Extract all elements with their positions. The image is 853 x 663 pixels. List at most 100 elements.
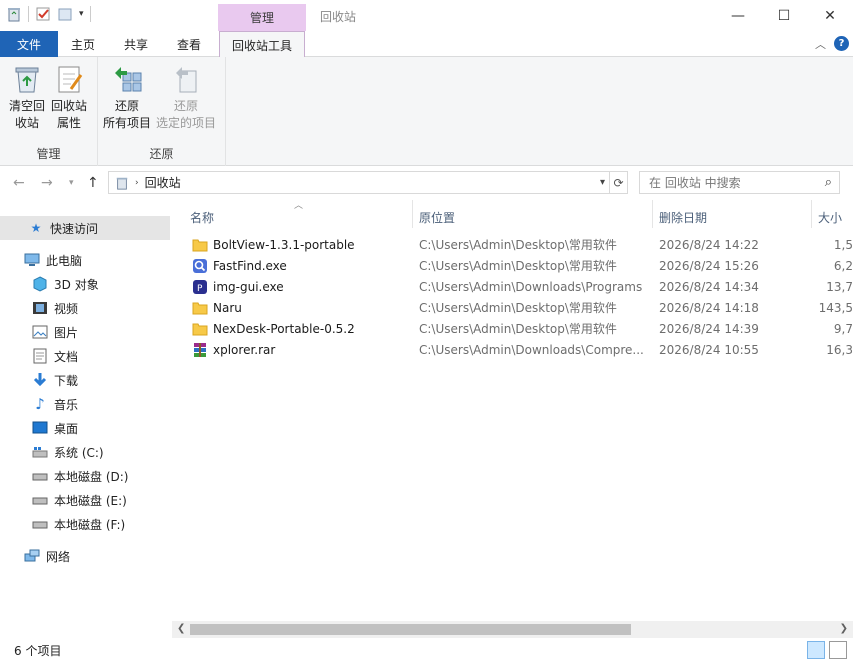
search-icon[interactable]: ⌕ [825, 175, 832, 190]
nav-item-music[interactable]: ♪ 音乐 [0, 392, 170, 416]
folder-icon [192, 302, 208, 314]
properties-check-icon[interactable] [35, 6, 51, 22]
date-deleted-cell: 2026/8/24 14:18 [659, 300, 759, 315]
document-icon [32, 348, 48, 364]
help-icon[interactable]: ? [834, 36, 849, 51]
cube-3d-icon [32, 276, 48, 292]
file-name-cell: P img-gui.exe [192, 276, 412, 297]
search-placeholder: 在 回收站 中搜索 [649, 176, 741, 190]
restore-all-button[interactable]: 还原 所有项目 [103, 63, 151, 132]
toolbar-separator [28, 6, 29, 22]
nav-label: 本地磁盘 (F:) [54, 517, 126, 532]
address-dropdown-chevron-icon[interactable]: ▾ [600, 177, 605, 188]
table-row[interactable]: BoltView-1.3.1-portable C:\Users\Admin\D… [186, 234, 853, 255]
nav-item-documents[interactable]: 文档 [0, 344, 170, 368]
date-deleted-cell: 2026/8/24 14:34 [659, 279, 759, 294]
up-arrow-icon[interactable]: ↑ [87, 175, 99, 191]
nav-item-downloads[interactable]: 下载 [0, 368, 170, 392]
nav-label: 3D 对象 [54, 277, 99, 292]
new-folder-icon[interactable] [57, 6, 73, 22]
window-controls: — ☐ ✕ [715, 0, 853, 31]
table-row[interactable]: Naru C:\Users\Admin\Desktop\常用软件 2026/8/… [186, 297, 853, 318]
music-note-icon: ♪ [35, 395, 45, 413]
nav-item-3d-objects[interactable]: 3D 对象 [0, 272, 170, 296]
nav-label: 下载 [54, 373, 79, 388]
forward-arrow-icon[interactable]: → [41, 175, 53, 191]
minimize-button[interactable]: — [715, 0, 761, 31]
tab-home[interactable]: 主页 [62, 31, 104, 57]
empty-recycle-bin-button[interactable]: 清空回 收站 [3, 63, 51, 132]
scroll-right-arrow-icon[interactable]: ❯ [840, 623, 848, 634]
restore-selected-button[interactable]: 还原 选定的项目 [156, 63, 216, 132]
size-cell: 13,7 [826, 279, 853, 294]
file-name-cell: NexDesk-Portable-0.5.2 [192, 318, 412, 339]
file-name-cell: BoltView-1.3.1-portable [192, 234, 412, 255]
status-bar: 6 个项目 [0, 638, 853, 663]
ribbon: 清空回 收站 回收站 属性 管理 还原 所有项目 还原 选定的项目 还原 [0, 57, 853, 166]
nav-item-drive-f[interactable]: 本地磁盘 (F:) [0, 512, 170, 536]
restore-all-icon [115, 67, 142, 92]
recycle-bin-icon[interactable] [6, 6, 22, 22]
column-header-original-location[interactable]: 原位置 [413, 204, 653, 230]
column-header-name[interactable]: 名称 [184, 204, 412, 230]
restore-all-label-2: 所有项目 [103, 116, 152, 130]
search-box[interactable]: 在 回收站 中搜索 ⌕ [639, 171, 840, 194]
refresh-icon[interactable]: ⟳ [610, 171, 628, 194]
file-name: NexDesk-Portable-0.5.2 [213, 321, 355, 336]
large-icons-view-button[interactable] [829, 641, 847, 659]
table-row[interactable]: P img-gui.exe C:\Users\Admin\Downloads\P… [186, 276, 853, 297]
address-row: ← → ▾ ↑ › 回收站 ▾ ⟳ 在 回收站 中搜索 ⌕ [0, 166, 853, 200]
nav-label: 本地磁盘 (D:) [54, 469, 129, 484]
scrollbar-thumb[interactable] [190, 624, 631, 635]
view-switcher [807, 641, 847, 659]
svg-text:P: P [197, 284, 203, 294]
table-row[interactable]: FastFind.exe C:\Users\Admin\Desktop\常用软件… [186, 255, 853, 276]
breadcrumb-chevron-icon[interactable]: › [135, 178, 139, 188]
nav-item-desktop[interactable]: 桌面 [0, 416, 170, 440]
tab-recycle-bin-tools[interactable]: 回收站工具 [219, 31, 305, 58]
nav-label: 音乐 [54, 397, 79, 412]
nav-label: 桌面 [54, 421, 79, 436]
properties-label-2: 属性 [56, 116, 81, 130]
ribbon-group-restore: 还原 所有项目 还原 选定的项目 还原 [98, 57, 226, 166]
expand-ribbon-chevron-icon[interactable]: ︿ [815, 36, 826, 52]
close-button[interactable]: ✕ [807, 0, 853, 31]
customize-toolbar-chevron-icon[interactable]: ▾ [79, 9, 84, 19]
nav-item-pictures[interactable]: 图片 [0, 320, 170, 344]
tab-view[interactable]: 查看 [170, 31, 208, 57]
horizontal-scrollbar[interactable]: ❮ ❯ [172, 621, 853, 638]
maximize-button[interactable]: ☐ [761, 0, 807, 31]
nav-item-drive-d[interactable]: 本地磁盘 (D:) [0, 464, 170, 488]
column-header-size[interactable]: 大小 [812, 204, 853, 230]
column-header-date-deleted[interactable]: 删除日期 [653, 204, 811, 230]
nav-item-videos[interactable]: 视频 [0, 296, 170, 320]
desktop-icon [32, 420, 48, 436]
file-name-cell: Naru [192, 297, 412, 318]
title-bar: ▾ 管理 回收站 — ☐ ✕ [0, 0, 853, 31]
details-view-button[interactable] [807, 641, 825, 659]
recycle-bin-properties-button[interactable]: 回收站 属性 [45, 63, 93, 132]
tab-share[interactable]: 共享 [115, 31, 157, 57]
back-arrow-icon[interactable]: ← [13, 175, 25, 191]
nav-item-quick-access[interactable]: ★ 快速访问 [0, 216, 170, 240]
table-row[interactable]: xplorer.rar C:\Users\Admin\Downloads\Com… [186, 339, 853, 360]
nav-item-drive-c[interactable]: 系统 (C:) [0, 440, 170, 464]
original-location-cell: C:\Users\Admin\Desktop\常用软件 [419, 301, 617, 315]
pictures-icon [32, 324, 48, 340]
nav-item-this-pc[interactable]: 此电脑 [0, 248, 170, 272]
tab-file[interactable]: 文件 [0, 31, 58, 57]
nav-item-drive-e[interactable]: 本地磁盘 (E:) [0, 488, 170, 512]
original-location-cell: C:\Users\Admin\Desktop\常用软件 [419, 238, 617, 252]
recent-locations-chevron-icon[interactable]: ▾ [69, 178, 74, 188]
breadcrumb-recycle-bin[interactable]: 回收站 [145, 174, 181, 191]
nav-item-network[interactable]: 网络 [0, 544, 170, 568]
size-cell: 1,5 [833, 237, 853, 252]
scroll-left-arrow-icon[interactable]: ❮ [177, 623, 185, 634]
star-icon: ★ [30, 221, 42, 235]
nav-label: 本地磁盘 (E:) [54, 493, 127, 508]
file-name: BoltView-1.3.1-portable [213, 237, 355, 252]
table-row[interactable]: NexDesk-Portable-0.5.2 C:\Users\Admin\De… [186, 318, 853, 339]
original-location-cell: C:\Users\Admin\Desktop\常用软件 [419, 259, 617, 273]
video-icon [32, 300, 48, 316]
address-bar[interactable]: › 回收站 ▾ [108, 171, 610, 194]
